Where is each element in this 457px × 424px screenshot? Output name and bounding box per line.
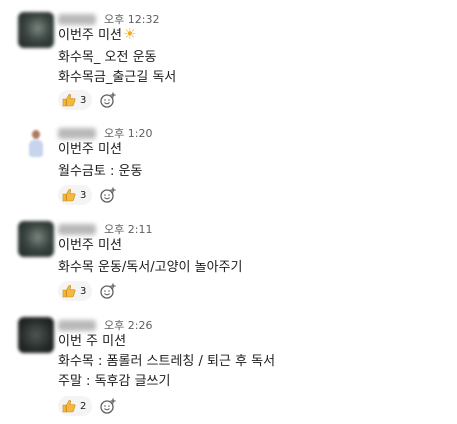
message: 오후 2:11 이번주 미션 화수목 운동/독서/고양이 놀아주기 3 [0, 218, 457, 302]
avatar[interactable] [18, 221, 54, 257]
timestamp[interactable]: 오후 2:11 [104, 221, 152, 237]
add-reaction-icon [100, 398, 116, 414]
thumbs-up-icon [62, 400, 76, 413]
message-line: 이번 주 미션 [58, 334, 127, 349]
reactions-bar: 3 [58, 281, 118, 301]
reactions-bar: 3 [58, 185, 118, 205]
message-line: 화수목금_출근길 독서 [58, 70, 177, 85]
message-line: 이번주 미션☀ [58, 26, 136, 46]
reaction-pill[interactable]: 3 [58, 281, 93, 301]
add-reaction-button[interactable] [98, 185, 118, 205]
message-line: 이번주 미션 [58, 238, 122, 253]
thumbs-up-icon [62, 285, 76, 298]
message-line: 화수목 : 폼롤러 스트레칭 / 퇴근 후 독서 [58, 354, 276, 369]
reaction-count: 2 [80, 400, 87, 412]
thumbs-up-icon [62, 189, 76, 202]
message-line: 주말 : 독후감 글쓰기 [58, 374, 171, 389]
message-line: 화수목_ 오전 운동 [58, 50, 157, 65]
reaction-pill[interactable]: 2 [58, 396, 93, 416]
message-line: 월수금토 : 운동 [58, 164, 143, 179]
avatar[interactable] [18, 12, 54, 48]
message: 오후 12:32 이번주 미션☀ 화수목_ 오전 운동 화수목금_출근길 독서 … [0, 8, 457, 112]
add-reaction-icon [100, 283, 116, 299]
reactions-bar: 2 [58, 396, 118, 416]
message: 오후 1:20 이번주 미션 월수금토 : 운동 3 [0, 122, 457, 205]
add-reaction-button[interactable] [98, 281, 118, 301]
sender-name[interactable] [58, 13, 96, 25]
reaction-pill[interactable]: 3 [58, 185, 93, 205]
person-icon [29, 130, 43, 158]
add-reaction-button[interactable] [98, 90, 118, 110]
message: 오후 2:26 이번 주 미션 화수목 : 폼롤러 스트레칭 / 퇴근 후 독서… [0, 314, 457, 418]
message-line: 화수목 운동/독서/고양이 놀아주기 [58, 260, 243, 275]
message-line-text: 이번주 미션 [58, 28, 122, 43]
message-line: 이번주 미션 [58, 142, 122, 157]
sender-name[interactable] [58, 223, 96, 235]
reaction-count: 3 [80, 285, 87, 297]
reactions-bar: 3 [58, 90, 118, 110]
add-reaction-icon [100, 187, 116, 203]
sender-name[interactable] [58, 127, 96, 139]
timestamp[interactable]: 오후 1:20 [104, 125, 152, 141]
sender-name[interactable] [58, 319, 96, 331]
reaction-pill[interactable]: 3 [58, 90, 93, 110]
thumbs-up-icon [62, 94, 76, 107]
sun-icon: ☀ [122, 25, 137, 43]
add-reaction-icon [100, 92, 116, 108]
avatar[interactable] [18, 317, 54, 353]
avatar[interactable] [18, 126, 54, 162]
add-reaction-button[interactable] [98, 396, 118, 416]
reaction-count: 3 [80, 94, 87, 106]
reaction-count: 3 [80, 189, 87, 201]
timestamp[interactable]: 오후 2:26 [104, 317, 152, 333]
